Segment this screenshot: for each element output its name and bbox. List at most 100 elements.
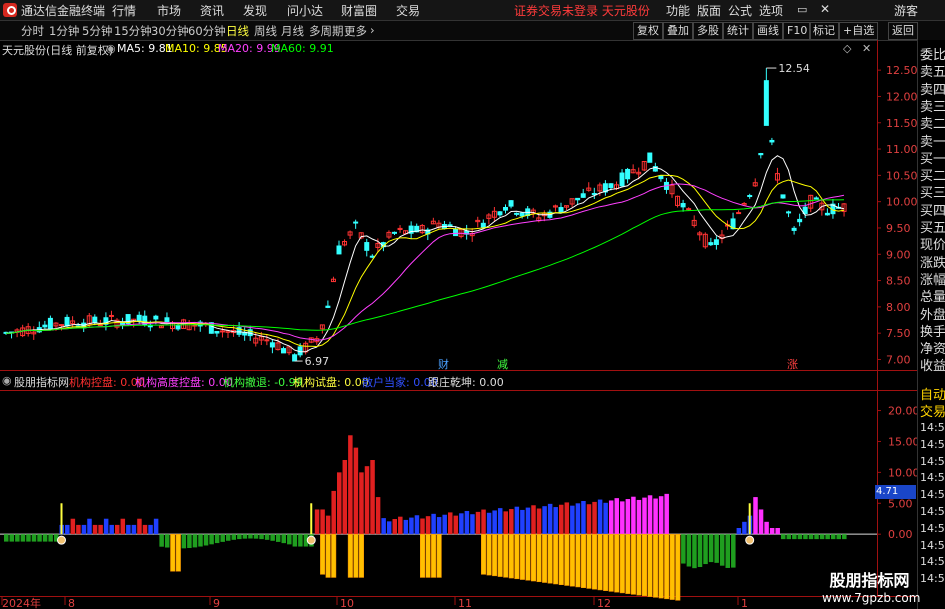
indicator-bar (420, 518, 425, 535)
price-tick-label: 12.50 (886, 64, 918, 77)
indicator-bar (825, 534, 830, 540)
test-bar (619, 533, 625, 594)
candle-body (680, 203, 686, 208)
side-field-4: 卖二 (920, 117, 945, 133)
side-field-11: 现价 (920, 238, 945, 254)
indicator-bar (475, 511, 481, 535)
indicator-bar (531, 505, 536, 535)
date-tick-label: 10 (340, 597, 354, 609)
indicator-bar (453, 515, 459, 535)
indicator-bar (514, 506, 520, 535)
indicator-bar (353, 447, 359, 535)
date-tick-label: 1 (741, 597, 748, 609)
indicator-bar (714, 534, 719, 563)
test-bar (420, 533, 425, 578)
test-bar (664, 533, 670, 600)
indicator-bar (725, 534, 730, 568)
indicator-bar (192, 534, 198, 548)
candle-body (769, 139, 775, 143)
test-bar (503, 533, 509, 578)
side-field-5: 卖一 (920, 134, 945, 150)
price-tick-label: 10.50 (886, 169, 918, 182)
marker-jian: 减 (497, 358, 508, 371)
candle-body (47, 317, 53, 330)
side-time-9: 14:56 (920, 572, 945, 586)
indicator-bar (647, 495, 653, 535)
test-bar (525, 533, 531, 581)
candle-body (619, 172, 625, 187)
indicator-bar (464, 510, 470, 535)
indicator-bar (392, 519, 397, 535)
indicator-bar (692, 534, 697, 569)
indicator-bar (719, 534, 725, 566)
indicator-bar (220, 534, 225, 542)
indicator-bar (642, 497, 647, 535)
side-time-7: 14:56 (920, 538, 945, 552)
side-field-14: 总量 (920, 290, 945, 306)
candles-group (3, 68, 847, 362)
indicator-bar (586, 504, 592, 535)
test-bar (642, 533, 647, 597)
candle-body (64, 316, 70, 327)
indicator-bar (481, 509, 486, 535)
indicator-name: 股朋指标网 (14, 376, 69, 389)
indicator-bar (403, 519, 409, 535)
indicator-bar (564, 502, 570, 535)
side-field-16: 换手 (920, 324, 945, 340)
indicator-bar (287, 534, 292, 545)
indicator-bar (142, 524, 148, 535)
side-time-5: 14:56 (920, 505, 945, 518)
price-tick-label: 8.00 (886, 301, 911, 314)
test-bar (514, 533, 520, 580)
indicator-dot-icon[interactable]: ◉ (2, 374, 12, 387)
side-field-7: 买二 (920, 169, 945, 185)
marker-cai: 财 (438, 357, 449, 371)
candle-body (514, 212, 520, 215)
indicator-bar (281, 534, 286, 544)
indicator-bar (542, 506, 547, 535)
side-time-1: 14:56 (920, 437, 945, 451)
side-time-0: 14:56 (920, 421, 945, 434)
indicator-bar (819, 534, 825, 540)
indicator-item-retreat: 机构撤退: -0.99 (223, 376, 303, 389)
side-field-3: 卖三 (920, 99, 945, 115)
test-bar (325, 533, 331, 578)
candle-body (686, 208, 692, 211)
indicator-bar (364, 466, 370, 535)
money-bag-icon (306, 535, 316, 545)
indicator-bar (398, 516, 403, 535)
indicator-bar (20, 534, 26, 542)
indicator-bar (781, 534, 786, 540)
indicator-item-retail: 散户当家: 0.00 (362, 376, 438, 389)
ind-tick-label: 10.00 (888, 466, 920, 479)
indicator-bars-group (0, 435, 877, 601)
candle-body (325, 305, 331, 308)
candle-body (164, 317, 170, 323)
candle-body (264, 339, 270, 342)
indicator-bar (414, 515, 420, 535)
test-bar (431, 533, 437, 578)
indicator-bar (581, 500, 586, 535)
indicator-bar (808, 534, 814, 540)
test-bar (486, 533, 492, 576)
indicator-bar (359, 472, 364, 535)
test-bar (358, 533, 364, 578)
test-bar (558, 533, 564, 585)
side-field-18: 收益 (920, 359, 945, 375)
candle-body (447, 224, 453, 227)
candle-body (736, 212, 742, 215)
candle-body (503, 206, 508, 211)
candle-body (797, 218, 803, 223)
low-label: 6.97 (305, 355, 330, 368)
candle-body (608, 183, 614, 188)
indicator-bar (736, 528, 742, 535)
test-bar (481, 533, 487, 575)
indicator-bar (653, 498, 658, 535)
side-field-13: 涨幅 (920, 272, 945, 288)
indicator-bar (370, 460, 375, 535)
test-bar (636, 533, 642, 596)
test-bar (320, 533, 326, 575)
test-bar (425, 533, 431, 578)
candle-body (508, 200, 514, 207)
indicator-bar (242, 534, 248, 539)
